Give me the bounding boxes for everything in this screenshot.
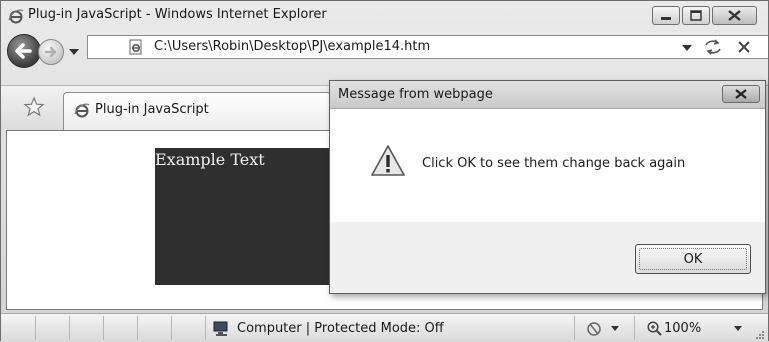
dialog-close-button[interactable] (722, 85, 760, 103)
title-bar: Plug-in JavaScript - Windows Internet Ex… (1, 1, 768, 31)
ie-logo-icon (74, 103, 90, 118)
close-icon (735, 89, 747, 99)
stop-icon[interactable] (734, 37, 754, 57)
status-divider (137, 316, 138, 340)
maximize-icon (690, 10, 702, 21)
tab-label: Plug-in JavaScript (95, 102, 209, 117)
forward-button[interactable] (38, 39, 64, 65)
back-arrow-icon (15, 43, 32, 59)
example-text: Example Text (155, 150, 265, 169)
favorites-star-icon[interactable] (23, 96, 45, 118)
dialog-title: Message from webpage (338, 87, 493, 102)
zoom-level[interactable]: 100% (664, 321, 701, 336)
warning-icon (371, 145, 405, 176)
zone-status-text[interactable]: Computer | Protected Mode: Off (237, 321, 444, 336)
computer-icon (213, 321, 228, 336)
ok-button-label: OK (683, 251, 703, 267)
dialog-message: Click OK to see them change back again (422, 156, 686, 171)
resize-grip-icon[interactable] (753, 328, 765, 340)
ie-logo-icon (8, 9, 24, 24)
minimize-button[interactable] (652, 6, 680, 25)
dialog-title-bar[interactable]: Message from webpage (330, 81, 765, 109)
security-settings-icon[interactable] (585, 321, 603, 337)
status-divider (634, 316, 635, 340)
status-divider (574, 316, 575, 340)
maximize-button[interactable] (682, 6, 710, 25)
address-input[interactable]: C:\Users\Robin\Desktop\PJ\example14.htm (154, 39, 430, 54)
status-divider (205, 316, 206, 340)
minimize-icon (661, 17, 671, 20)
forward-arrow-icon (44, 46, 57, 58)
chevron-down-icon[interactable] (610, 325, 620, 333)
ok-button[interactable]: OK (635, 244, 751, 274)
status-divider (69, 316, 70, 340)
chevron-down-icon[interactable] (67, 46, 81, 58)
dialog-body: Click OK to see them change back again (330, 109, 765, 222)
status-bar: Computer | Protected Mode: Off 100% (1, 313, 768, 342)
status-divider (103, 316, 104, 340)
tab-plug-in-javascript[interactable]: Plug-in JavaScript (63, 92, 331, 130)
navigation-bar: C:\Users\Robin\Desktop\PJ\example14.htm (1, 31, 768, 83)
message-dialog: Message from webpage Click OK to see the… (329, 80, 766, 294)
zoom-icon[interactable] (646, 320, 662, 336)
browser-window: Plug-in JavaScript - Windows Internet Ex… (0, 0, 769, 342)
status-divider (35, 316, 36, 340)
address-dropdown-icon[interactable] (681, 43, 693, 53)
close-icon (728, 10, 741, 21)
back-button[interactable] (7, 34, 41, 68)
window-title: Plug-in JavaScript - Windows Internet Ex… (28, 7, 327, 22)
chevron-down-icon[interactable] (733, 325, 743, 333)
refresh-icon[interactable] (702, 37, 724, 57)
page-icon (129, 39, 142, 55)
dark-box: Example Text (155, 148, 355, 285)
status-divider (171, 316, 172, 340)
address-bar[interactable]: C:\Users\Robin\Desktop\PJ\example14.htm (87, 35, 768, 59)
close-button[interactable] (712, 6, 757, 25)
